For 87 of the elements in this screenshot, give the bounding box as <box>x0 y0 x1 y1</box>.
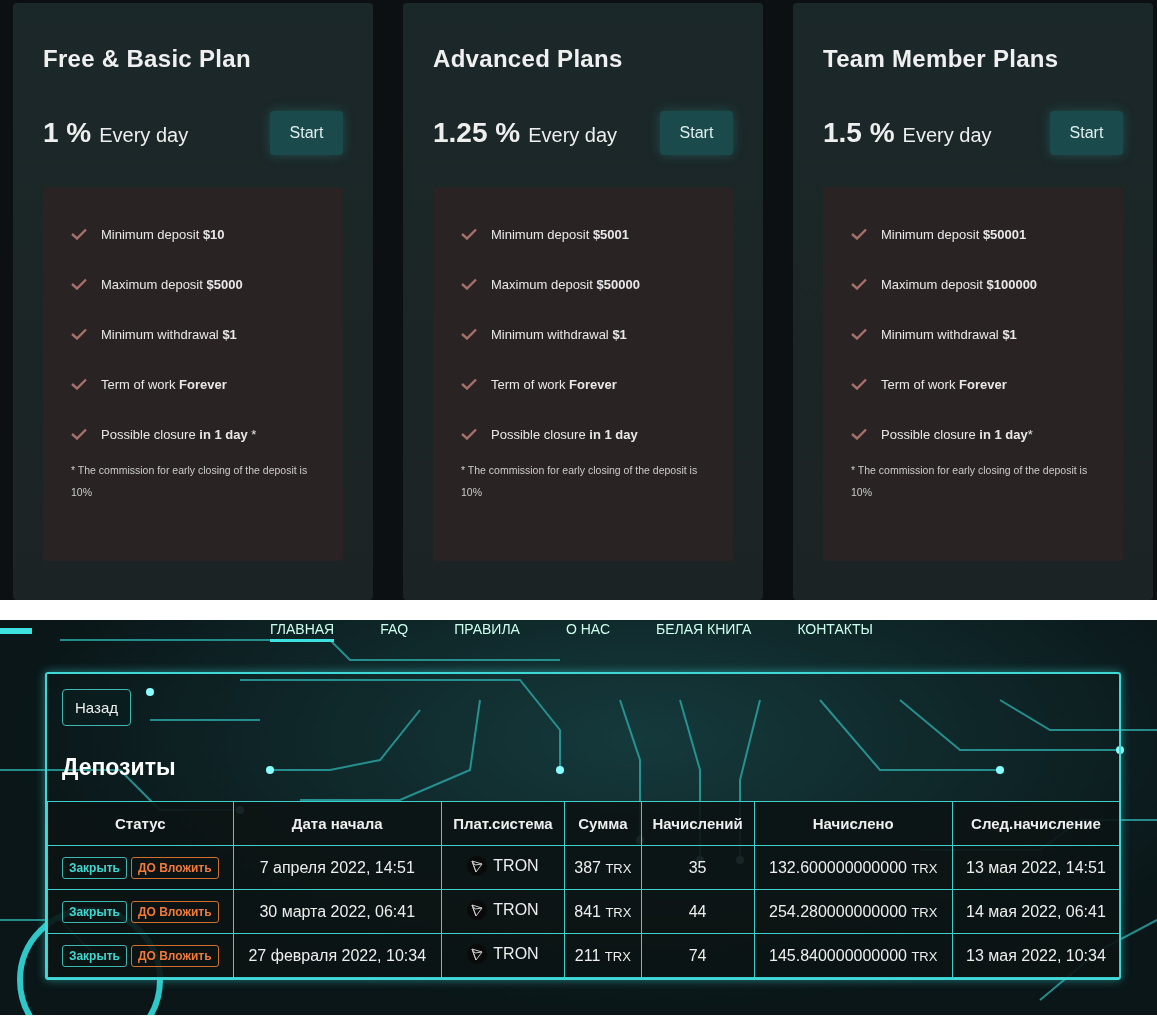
nav-link[interactable]: О НАС <box>565 620 610 636</box>
payment-system-text: TRON <box>493 856 539 875</box>
back-button[interactable]: Назад <box>62 689 131 726</box>
check-icon <box>71 378 87 390</box>
plan-title: Advanced Plans <box>433 45 624 73</box>
table-cell: 7 апреля 2022, 14:51 <box>233 845 442 890</box>
check-icon <box>851 228 867 240</box>
feature-text: Term of work Forever <box>101 376 227 392</box>
nav-link[interactable]: КОНТАКТЫ <box>797 620 873 636</box>
close-deposit-button[interactable]: Закрыть <box>61 900 127 923</box>
feature-text: Maximum deposit $100000 <box>881 276 1038 292</box>
reinvest-button[interactable]: ДО Вложить <box>130 856 219 879</box>
check-icon <box>461 428 477 440</box>
check-icon <box>851 278 867 290</box>
feature-text: Minimum withdrawal $1 <box>881 326 1017 342</box>
feature-text: Possible closure in 1 day <box>491 426 638 442</box>
reinvest-button[interactable]: ДО Вложить <box>130 944 219 967</box>
table-cell: 211 TRX <box>564 933 642 978</box>
feature-text: Minimum deposit $5001 <box>491 226 630 242</box>
table-cell: 145.840000000000 TRX <box>754 933 953 978</box>
feature-text: Maximum deposit $50000 <box>491 276 640 292</box>
table-cell: 44 <box>641 889 755 934</box>
table-cell: 387 TRX <box>564 845 642 890</box>
check-icon <box>71 428 87 440</box>
check-icon <box>461 278 477 290</box>
column-header: Начислений <box>641 801 755 846</box>
start-button[interactable]: Start <box>1050 111 1123 155</box>
column-header: След.начисление <box>952 801 1120 846</box>
table-cell: 27 февраля 2022, 10:34 <box>233 933 442 978</box>
rate-period: Every day <box>99 124 189 147</box>
payment-system-text: TRON <box>493 944 539 963</box>
check-icon <box>71 328 87 340</box>
rate-period: Every day <box>902 124 992 147</box>
tron-logo-icon <box>467 855 488 876</box>
feature-text: Term of work Forever <box>881 376 1007 392</box>
table-cell: 132.600000000000 TRX <box>754 845 953 890</box>
start-button[interactable]: Start <box>660 111 733 155</box>
table-cell: 254.280000000000 TRX <box>754 889 953 934</box>
feature-text: Minimum deposit $10 <box>101 226 225 242</box>
plan-rate: 1.25 % <box>433 117 521 149</box>
feature-text: Term of work Forever <box>491 376 617 392</box>
footnote: * The commission for early closing of the deposit is 10% <box>461 463 699 500</box>
nav-link[interactable]: ПРАВИЛА <box>454 620 520 636</box>
plan-title: Team Member Plans <box>823 45 1060 73</box>
feature-text: Possible closure in 1 day* <box>101 426 257 442</box>
close-deposit-button[interactable]: Закрыть <box>61 944 127 967</box>
nav-link[interactable]: ГЛАВНАЯ <box>270 620 335 642</box>
plan-rate: 1 % <box>43 117 92 149</box>
footnote: * The commission for early closing of the deposit is 10% <box>851 463 1089 500</box>
column-header: Статус <box>47 801 234 846</box>
feature-text: Minimum withdrawal $1 <box>101 326 237 342</box>
page-heading: Депозиты <box>62 754 177 781</box>
column-header: Сумма <box>564 801 642 846</box>
check-icon <box>461 228 477 240</box>
feature-text: Possible closure in 1 day* <box>881 426 1033 442</box>
check-icon <box>461 328 477 340</box>
check-icon <box>851 328 867 340</box>
plan-rate: 1.5 % <box>823 117 895 149</box>
check-icon <box>461 378 477 390</box>
table-cell: 13 мая 2022, 10:34 <box>952 933 1120 978</box>
check-icon <box>851 428 867 440</box>
table-cell: 13 мая 2022, 14:51 <box>952 845 1120 890</box>
feature-text: Minimum deposit $50001 <box>881 226 1027 242</box>
nav-link[interactable]: БЕЛАЯ КНИГА <box>656 620 752 636</box>
check-icon <box>71 228 87 240</box>
check-icon <box>851 378 867 390</box>
plan-title: Free & Basic Plan <box>43 45 252 73</box>
footnote: * The commission for early closing of the deposit is 10% <box>71 463 309 500</box>
close-deposit-button[interactable]: Закрыть <box>61 856 127 879</box>
column-header: Дата начала <box>233 801 442 846</box>
table-cell: 74 <box>641 933 755 978</box>
column-header: Плат.система <box>441 801 565 846</box>
rate-period: Every day <box>528 124 618 147</box>
feature-text: Minimum withdrawal $1 <box>491 326 627 342</box>
table-cell: 841 TRX <box>564 889 642 934</box>
payment-system-text: TRON <box>493 900 539 919</box>
reinvest-button[interactable]: ДО Вложить <box>130 900 219 923</box>
tron-logo-icon <box>467 899 488 920</box>
column-header: Начислено <box>754 801 953 846</box>
tron-logo-icon <box>467 943 488 964</box>
check-icon <box>71 278 87 290</box>
table-cell: 14 мая 2022, 06:41 <box>952 889 1120 934</box>
table-cell: 30 марта 2022, 06:41 <box>233 889 442 934</box>
nav-link[interactable]: FAQ <box>380 620 409 636</box>
feature-text: Maximum deposit $5000 <box>101 276 243 292</box>
table-cell: 35 <box>641 845 755 890</box>
start-button[interactable]: Start <box>270 111 343 155</box>
